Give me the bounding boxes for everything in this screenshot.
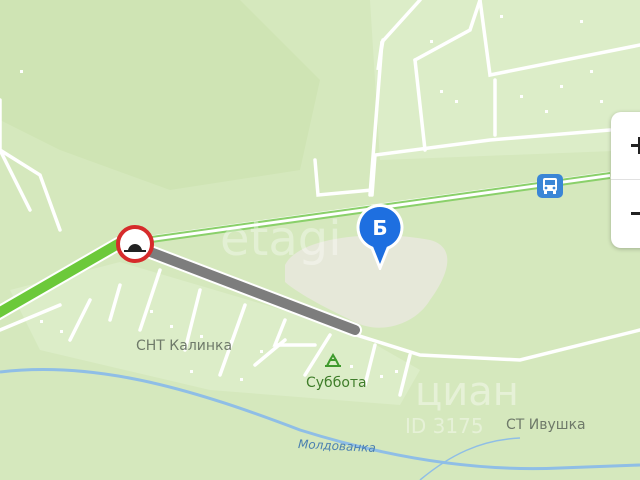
marker-letter: Б	[372, 216, 388, 240]
river-label: Молдованка	[297, 436, 377, 456]
zoom-in-button[interactable]	[611, 112, 640, 179]
minus-icon	[631, 212, 640, 215]
watermark-etagi: etagi	[220, 211, 342, 267]
watermark-id: ID 3175	[405, 414, 484, 438]
area-label-ivushka: СТ Ивушка	[506, 417, 586, 433]
zoom-control	[611, 112, 640, 248]
bus-stop-icon[interactable]	[537, 174, 563, 198]
zoom-out-button[interactable]	[611, 180, 640, 247]
watermark-cian: циан	[415, 369, 519, 415]
location-marker[interactable]: Б	[355, 204, 405, 270]
settlement-area-north	[370, 0, 640, 160]
map-canvas[interactable]: etagi циан ID 3175	[0, 0, 640, 480]
speed-bump-sign-icon[interactable]	[115, 224, 155, 264]
area-label-kalinka: СНТ Калинка	[136, 338, 233, 354]
recreation-icon[interactable]	[322, 352, 344, 370]
poi-label-subbota[interactable]: Суббота	[306, 376, 367, 390]
